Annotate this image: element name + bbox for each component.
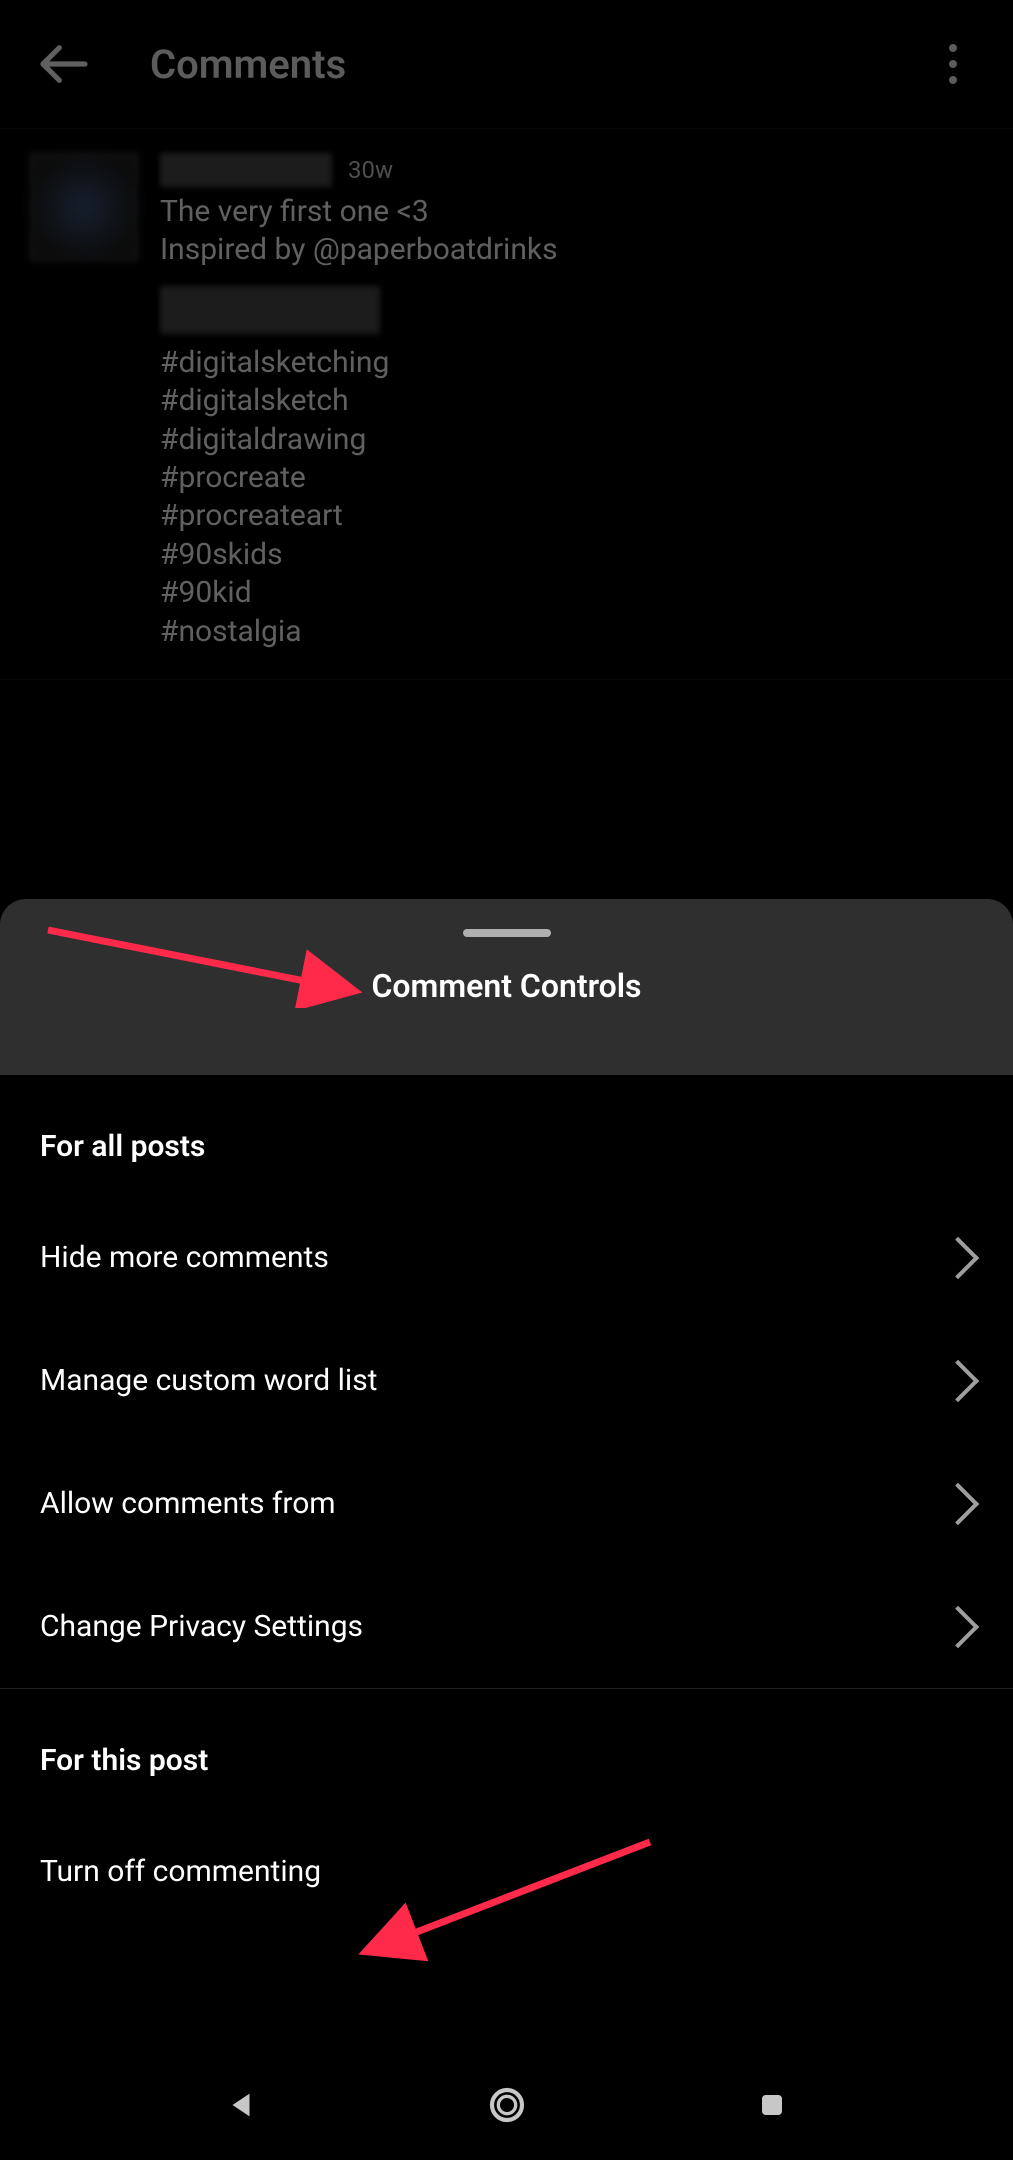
row-label: Change Privacy Settings [40,1609,363,1644]
nav-back-button[interactable] [217,2081,265,2129]
row-label: Allow comments from [40,1486,336,1521]
post-timestamp: 30w [348,156,393,184]
hashtag[interactable]: #90kid [160,574,983,612]
hashtag[interactable]: #procreateart [160,497,983,535]
hashtag[interactable]: #procreate [160,459,983,497]
post-caption-block: 30w The very first one <3 Inspired by @p… [0,129,1013,680]
row-change-privacy-settings[interactable]: Change Privacy Settings [0,1565,1013,1688]
redacted-text-block [160,286,380,334]
circle-home-icon [487,2085,527,2125]
username-redacted [160,153,332,187]
triangle-back-icon [224,2088,258,2122]
hashtag[interactable]: #digitaldrawing [160,421,983,459]
chevron-right-icon [937,1359,979,1401]
post-avatar[interactable] [30,153,138,261]
bottom-sheet-comment-controls: Comment Controls For all posts Hide more… [0,899,1013,1933]
chevron-right-icon [937,1236,979,1278]
post-caption: The very first one <3 Inspired by @paper… [160,193,983,270]
dimmed-background: Comments 30w The very first one <3 Inspi… [0,0,1013,680]
arrow-left-icon [36,36,92,92]
page-title: Comments [150,41,346,88]
row-manage-custom-word-list[interactable]: Manage custom word list [0,1319,1013,1442]
top-app-bar: Comments [0,0,1013,129]
row-label: Manage custom word list [40,1363,378,1398]
chevron-right-icon [937,1482,979,1524]
row-label: Turn off commenting [40,1854,321,1889]
nav-recent-button[interactable] [748,2081,796,2129]
section-label-all-posts: For all posts [0,1075,1013,1196]
row-hide-more-comments[interactable]: Hide more comments [0,1196,1013,1319]
screen: Comments 30w The very first one <3 Inspi… [0,0,1013,2160]
row-label: Hide more comments [40,1240,329,1275]
sheet-title: Comment Controls [371,967,641,1005]
drag-handle[interactable] [463,929,551,937]
android-navigation-bar [0,2050,1013,2160]
section-label-this-post: For this post [0,1689,1013,1810]
back-button[interactable] [36,36,92,92]
post-body: 30w The very first one <3 Inspired by @p… [160,153,983,651]
caption-line: The very first one <3 [160,193,983,231]
overflow-menu-button[interactable] [925,0,981,128]
row-turn-off-commenting[interactable]: Turn off commenting [0,1810,1013,1933]
hashtag[interactable]: #digitalsketch [160,382,983,420]
sheet-header[interactable]: Comment Controls [0,899,1013,1075]
chevron-right-icon [937,1605,979,1647]
nav-home-button[interactable] [483,2081,531,2129]
more-vert-icon [948,43,958,85]
post-header-line: 30w [160,153,983,187]
row-allow-comments-from[interactable]: Allow comments from [0,1442,1013,1565]
hashtag[interactable]: #nostalgia [160,613,983,651]
caption-line: Inspired by @paperboatdrinks [160,231,983,269]
hashtag-list: #digitalsketching #digitalsketch #digita… [160,344,983,651]
hashtag[interactable]: #90skids [160,536,983,574]
square-recent-icon [757,2090,787,2120]
hashtag[interactable]: #digitalsketching [160,344,983,382]
